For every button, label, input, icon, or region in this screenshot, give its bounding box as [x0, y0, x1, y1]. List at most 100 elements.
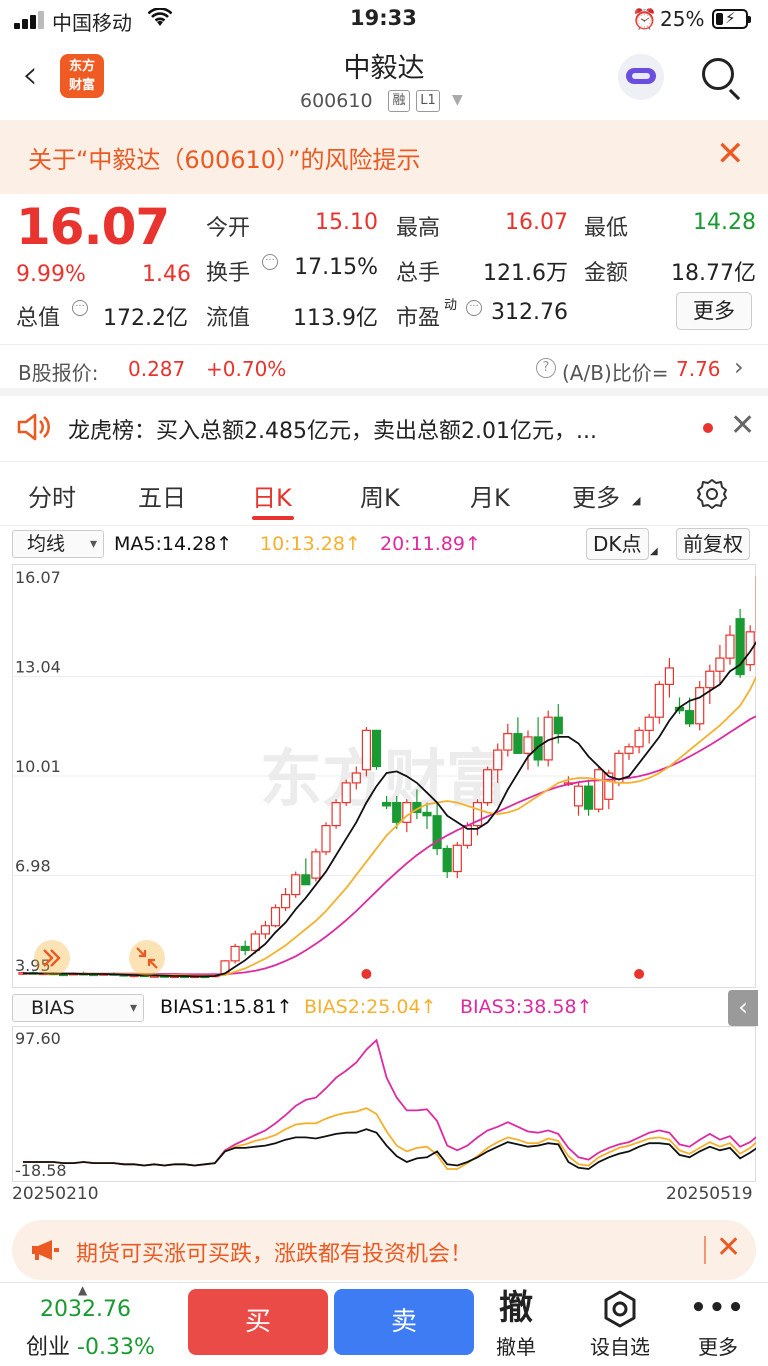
risk-banner-text[interactable]: 关于“中毅达（600610）”的风险提示	[28, 140, 420, 175]
dk-point-button[interactable]: DK点	[586, 528, 649, 560]
candlestick-chart[interactable]: 16.0713.0410.016.983.95东方财富	[12, 564, 756, 988]
ma5-label: MA5:14.28↑	[114, 533, 233, 555]
eastmoney-logo[interactable]: 东方 财富	[60, 54, 104, 98]
tab-weekly-k[interactable]: 周K	[360, 478, 400, 513]
high-label: 最高	[396, 216, 441, 241]
candle-down	[442, 847, 452, 873]
chevron-right-icon[interactable]: ›	[734, 353, 744, 381]
promo-text[interactable]: 期货可买涨可买跌，涨跌都有投资机会！	[76, 1236, 472, 1268]
gear-icon[interactable]	[696, 478, 728, 510]
candle-up	[452, 844, 462, 873]
expand-up-icon[interactable]: ▲	[78, 1283, 87, 1297]
info-icon[interactable]: ···	[72, 300, 88, 316]
tab-intraday[interactable]: 分时	[28, 478, 76, 513]
close-icon[interactable]: ✕	[716, 1230, 741, 1265]
withdraw-button[interactable]: 撤 撤单	[476, 1287, 556, 1360]
clock: 19:33	[350, 6, 417, 30]
ab-ratio-value: 7.76	[676, 357, 721, 381]
y-tick-label: 13.04	[15, 658, 61, 677]
margin-badge: 融	[388, 90, 410, 112]
promo-banner[interactable]: 期货可买涨可买跌，涨跌都有投资机会！ ✕	[12, 1220, 756, 1280]
b-share-row[interactable]: B股报价: 0.287 +0.70% ? (A/B)比价= 7.76 ›	[0, 344, 768, 396]
y-tick-label: 16.07	[15, 568, 61, 587]
signal-dot	[361, 969, 372, 979]
dragon-tiger-text[interactable]: 龙虎榜：买入总额2.485亿元，卖出总额2.01亿元，...	[68, 413, 597, 445]
quote-panel: 16.07 9.99% 1.46 今开 15.10 最高 16.07 最低 14…	[0, 194, 768, 344]
tab-monthly-k[interactable]: 月K	[470, 478, 510, 513]
candle-up	[594, 769, 604, 810]
tab-five-day[interactable]: 五日	[138, 478, 186, 513]
indicator-select[interactable]: 均线	[12, 530, 104, 558]
tab-more[interactable]: 更多	[572, 478, 620, 513]
ma10-line	[23, 675, 756, 977]
amount-value: 18.77亿	[671, 261, 756, 286]
candle-up	[361, 729, 371, 771]
y-tick-label: 97.60	[15, 1029, 61, 1048]
info-icon[interactable]: ···	[262, 254, 278, 270]
info-icon[interactable]: ···	[466, 300, 482, 316]
bias2-label: BIAS2:25.04↑	[304, 996, 437, 1018]
collapse-arrows-icon	[129, 940, 165, 976]
market-cap-label: 总值	[16, 306, 61, 331]
wifi-icon	[147, 7, 173, 33]
y-tick-label: 6.98	[15, 857, 51, 876]
tab-daily-k[interactable]: 日K	[252, 478, 292, 513]
ma10-label: 10:13.28↑	[260, 533, 361, 555]
buy-button[interactable]: 买	[188, 1289, 328, 1355]
candle-up	[331, 801, 341, 827]
turnover-value: 17.15%	[294, 255, 378, 280]
back-arrow-icon[interactable]: ‹	[22, 52, 38, 98]
candle-up	[281, 893, 291, 909]
more-button[interactable]: 更多	[676, 292, 752, 330]
assistant-robot-icon[interactable]	[618, 54, 664, 100]
bias-chart[interactable]: 97.60 -18.58	[12, 1026, 756, 1182]
pe-superscript: 动	[444, 298, 458, 313]
candle-up	[644, 716, 654, 731]
close-icon[interactable]: ✕	[730, 408, 755, 443]
add-watchlist-button[interactable]: 设自选	[580, 1287, 660, 1360]
bias-legend-row: BIAS BIAS1:15.81↑ BIAS2:25.04↑ BIAS3:38.…	[0, 990, 768, 1026]
amount-label: 金额	[584, 261, 629, 286]
candle-up	[493, 749, 503, 771]
candle-up	[573, 785, 584, 807]
bias3-line	[23, 1038, 756, 1167]
more-menu-button[interactable]: ••• 更多	[678, 1287, 758, 1360]
corner-triangle-icon: ◢	[632, 494, 641, 507]
low-label: 最低	[584, 216, 629, 241]
help-icon[interactable]: ?	[536, 358, 556, 378]
close-icon[interactable]: ✕	[716, 134, 745, 174]
pe-value: 312.76	[491, 300, 568, 325]
search-icon[interactable]	[702, 58, 734, 90]
watchlist-label: 设自选	[590, 1335, 650, 1359]
adjust-button[interactable]: 前复权	[676, 528, 750, 560]
dropdown-caret-icon[interactable]: ▼	[452, 92, 463, 108]
unread-dot	[703, 423, 713, 433]
candle-up	[250, 933, 260, 951]
volume-value: 121.6万	[483, 261, 568, 286]
index-change: -0.33%	[77, 1335, 155, 1360]
withdraw-icon: 撤	[499, 1288, 533, 1328]
float-cap-value: 113.9亿	[293, 306, 378, 331]
speaker-icon	[17, 413, 50, 441]
y-tick-label: 10.01	[15, 757, 61, 776]
change-amount: 1.46	[142, 262, 191, 287]
sell-button[interactable]: 卖	[334, 1289, 474, 1355]
chevron-left-icon[interactable]: ‹	[728, 990, 758, 1026]
open-value: 15.10	[315, 210, 378, 235]
dragon-tiger-row[interactable]: 龙虎榜：买入总额2.485亿元，卖出总额2.01亿元，... ✕	[0, 396, 768, 462]
icon-bg	[129, 940, 165, 976]
index-name[interactable]: 创业 -0.33%	[26, 1329, 155, 1361]
risk-banner[interactable]: 关于“中毅达（600610）”的风险提示 ✕	[0, 120, 768, 194]
candle-up	[725, 634, 735, 659]
candle-down	[422, 811, 432, 817]
sub-indicator-select[interactable]: BIAS	[12, 994, 144, 1022]
index-value[interactable]: 2032.76	[40, 1297, 131, 1322]
candle-down	[553, 716, 563, 735]
market-cap-value: 172.2亿	[103, 306, 188, 331]
chart-frame	[12, 1026, 756, 1182]
candle-up	[260, 925, 270, 935]
date-axis: 20250210 20250519	[0, 1184, 768, 1208]
corner-triangle-icon: ◢	[650, 546, 658, 557]
low-value: 14.28	[693, 210, 756, 235]
candle-down	[583, 785, 594, 810]
